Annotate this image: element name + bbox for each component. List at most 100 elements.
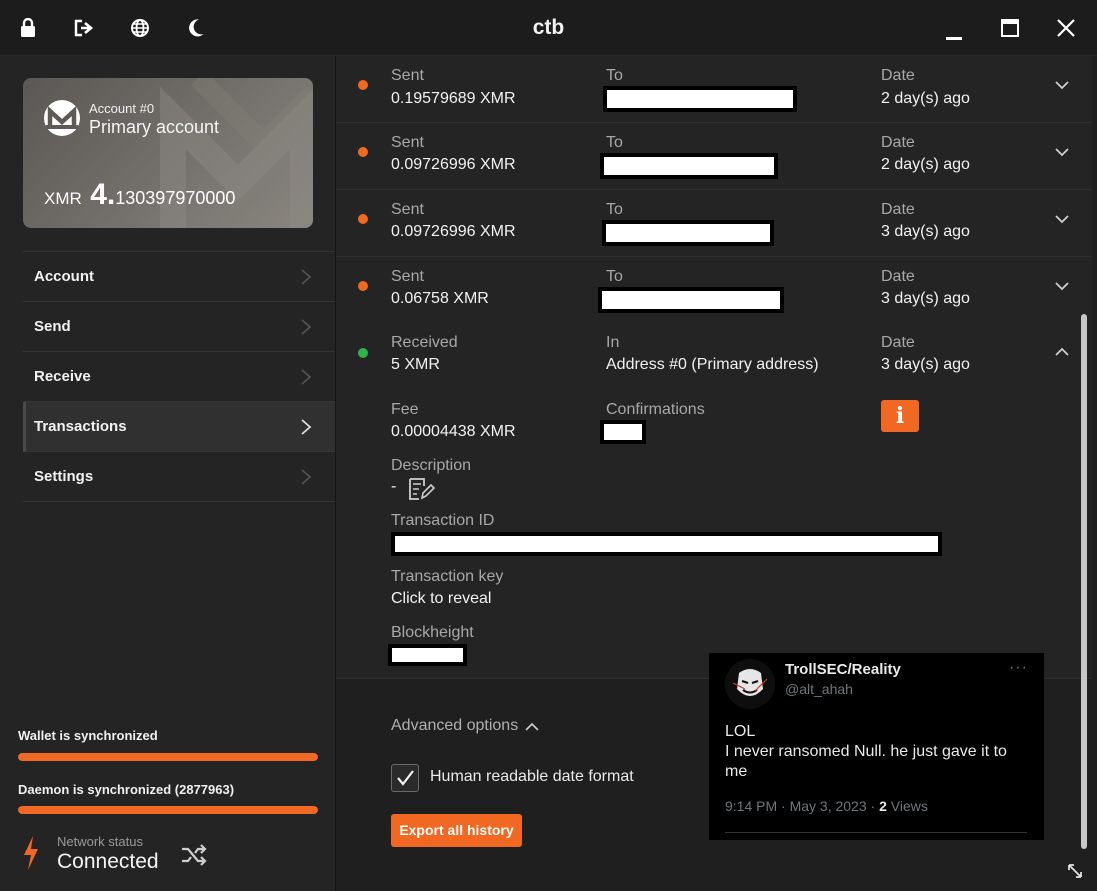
network-status-value: Connected	[57, 850, 159, 873]
tweet-meta: 9:14 PM · May 3, 2023 · 2 Views	[725, 798, 928, 814]
tx-date-label: Date	[881, 334, 915, 351]
divider	[725, 832, 1027, 833]
sidebar-item-settings[interactable]: Settings	[23, 452, 335, 502]
maximize-icon[interactable]	[998, 16, 1022, 40]
edit-icon[interactable]	[408, 477, 436, 501]
sidebar-item-receive[interactable]: Receive	[23, 352, 335, 402]
lock-icon[interactable]	[16, 16, 40, 40]
avatar[interactable]	[725, 659, 775, 709]
transaction-row[interactable]: Sent 0.09726996 XMR To Date 3 day(s) ago	[336, 190, 1092, 257]
tx-type: Sent	[391, 134, 424, 151]
transaction-row[interactable]: Sent 0.06758 XMR To Date 3 day(s) ago	[336, 257, 1092, 324]
tweet-author-handle[interactable]: @alt_ahah	[785, 681, 853, 697]
txid-label: Transaction ID	[391, 512, 495, 529]
blockheight-label: Blockheight	[391, 624, 474, 641]
close-icon[interactable]	[1054, 16, 1078, 40]
account-card[interactable]: Account #0 Primary account XMR 4.1303979…	[23, 78, 313, 228]
sidebar-item-label: Transactions	[34, 418, 127, 435]
human-date-checkbox[interactable]	[391, 764, 419, 792]
tx-date: 2 day(s) ago	[881, 156, 970, 173]
wallet-sync-fill	[18, 753, 318, 761]
tx-type: Sent	[391, 67, 424, 84]
fee-value: 0.00004438 XMR	[391, 423, 516, 440]
more-options-icon[interactable]: ···	[1009, 659, 1028, 677]
advanced-options-toggle[interactable]: Advanced options	[391, 717, 518, 735]
chevron-down-icon[interactable]	[1054, 213, 1070, 225]
tx-direction-label: In	[606, 334, 620, 351]
chevron-down-icon[interactable]	[1054, 146, 1070, 158]
tx-type: Sent	[391, 201, 424, 218]
redacted-confirmations	[600, 420, 646, 444]
received-status-dot	[358, 348, 368, 358]
chevron-right-icon	[301, 269, 312, 285]
tx-amount: 0.09726996 XMR	[391, 156, 516, 173]
resize-grip-icon[interactable]	[1066, 862, 1084, 880]
chevron-right-icon	[301, 369, 312, 385]
sidebar-nav: Account Send Receive Transactions Settin…	[23, 251, 335, 502]
window-title: ctb	[532, 16, 565, 39]
chevron-right-icon	[301, 419, 312, 435]
sidebar-item-label: Receive	[34, 368, 91, 385]
tx-date-label: Date	[881, 67, 915, 84]
moon-icon[interactable]	[184, 16, 208, 40]
sent-status-dot	[358, 281, 368, 291]
scrollbar[interactable]	[1081, 314, 1087, 849]
troll-avatar-icon	[725, 659, 775, 709]
sidebar-item-account[interactable]: Account	[23, 252, 335, 302]
tweet-text-line: I never ransomed Null. he just gave it t…	[725, 743, 1007, 780]
redacted-address	[600, 153, 778, 179]
description-label: Description	[391, 457, 472, 474]
sent-status-dot	[358, 80, 368, 90]
daemon-sync-fill	[18, 806, 318, 814]
transaction-row[interactable]: Sent 0.09726996 XMR To Date 2 day(s) ago	[336, 123, 1092, 190]
chevron-up-icon[interactable]	[1054, 346, 1070, 358]
export-history-button[interactable]: Export all history	[391, 814, 522, 847]
sidebar-item-label: Send	[34, 318, 71, 335]
txkey-label: Transaction key	[391, 568, 504, 585]
sent-status-dot	[358, 147, 368, 157]
tx-amount: 0.19579689 XMR	[391, 90, 516, 107]
redacted-address	[598, 287, 784, 313]
wallet-sync-label: Wallet is synchronized	[18, 728, 158, 743]
tweet-timestamp[interactable]: 9:14 PM · May 3, 2023 ·	[725, 798, 879, 814]
daemon-sync-progress	[18, 806, 318, 814]
daemon-sync-label: Daemon is synchronized (2877963)	[18, 782, 235, 797]
chevron-down-icon[interactable]	[1054, 280, 1070, 292]
tx-date: 3 day(s) ago	[881, 290, 970, 307]
balance-integer: 4.	[90, 178, 116, 211]
tx-type: Sent	[391, 268, 424, 285]
sidebar-item-send[interactable]: Send	[23, 302, 335, 352]
tweet-views-count: 2	[879, 798, 887, 814]
human-date-label: Human readable date format	[430, 768, 634, 785]
sidebar-item-transactions[interactable]: Transactions	[23, 402, 335, 452]
logout-icon[interactable]	[72, 16, 96, 40]
tx-direction-label: To	[606, 268, 623, 285]
info-button[interactable]: i	[881, 400, 919, 432]
minimize-icon[interactable]	[942, 20, 966, 44]
tx-direction-label: To	[606, 67, 623, 84]
redacted-address	[602, 220, 774, 246]
tweet-author-name[interactable]: TrollSEC/Reality	[785, 661, 901, 678]
account-name: Primary account	[89, 117, 220, 137]
sent-status-dot	[358, 214, 368, 224]
chevron-right-icon	[301, 319, 312, 335]
transaction-row[interactable]: Sent 0.19579689 XMR To Date 2 day(s) ago	[336, 56, 1092, 123]
sidebar: Account #0 Primary account XMR 4.1303979…	[0, 56, 336, 891]
tx-direction-label: To	[606, 201, 623, 218]
shuffle-icon[interactable]	[180, 843, 208, 867]
tx-date: 3 day(s) ago	[881, 356, 970, 373]
chevron-up-icon[interactable]	[525, 722, 539, 732]
checkmark-icon	[397, 770, 414, 786]
wallet-sync-progress	[18, 753, 318, 761]
tx-type: Received	[391, 334, 458, 351]
tx-date-label: Date	[881, 201, 915, 218]
chevron-down-icon[interactable]	[1054, 79, 1070, 91]
tx-date: 3 day(s) ago	[881, 223, 970, 240]
sidebar-item-label: Account	[34, 268, 94, 285]
tx-date-label: Date	[881, 268, 915, 285]
tweet-views-label: Views	[886, 798, 928, 814]
tweet-text-line: LOL	[725, 723, 756, 740]
tx-amount: 5 XMR	[391, 356, 440, 373]
globe-icon[interactable]	[128, 16, 152, 40]
txkey-reveal-link[interactable]: Click to reveal	[391, 590, 491, 608]
